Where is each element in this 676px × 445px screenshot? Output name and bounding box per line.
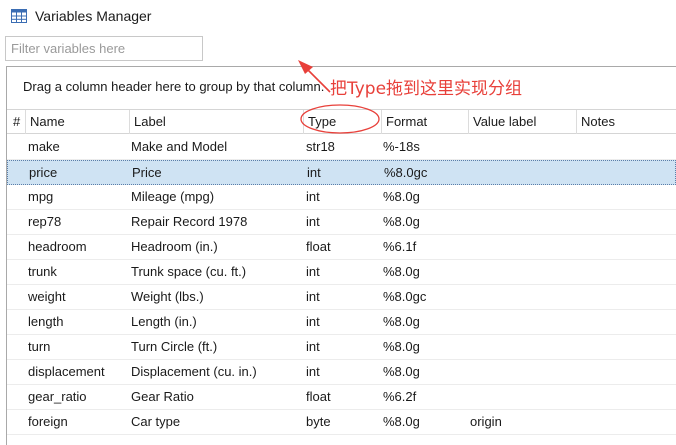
grid-table-icon — [11, 9, 27, 23]
window-title: Variables Manager — [35, 8, 152, 24]
cell-format: %8.0g — [383, 364, 420, 379]
cell-name: price — [29, 165, 58, 180]
title-bar: Variables Manager — [0, 0, 676, 33]
cell-value-label: origin — [470, 414, 502, 429]
variables-grid: Drag a column header here to group by th… — [6, 66, 676, 445]
column-header-value-label[interactable]: Value label — [468, 110, 576, 134]
cell-type: int — [306, 314, 320, 329]
column-header-notes[interactable]: Notes — [576, 110, 676, 134]
table-row[interactable]: headroom Headroom (in.) float %6.1f — [7, 235, 676, 260]
cell-name: mpg — [28, 189, 54, 204]
cell-name: turn — [28, 339, 51, 354]
column-header-name[interactable]: Name — [25, 110, 129, 134]
cell-name: rep78 — [28, 214, 62, 229]
cell-notes — [579, 185, 675, 209]
cell-notes — [579, 310, 675, 334]
cell-type: int — [306, 364, 320, 379]
cell-format: %6.1f — [383, 239, 417, 254]
column-header-row: # Name Label Type Format Value label Not… — [7, 109, 676, 134]
cell-label: Displacement (cu. in.) — [131, 364, 257, 379]
column-header-label[interactable]: Label — [129, 110, 303, 134]
cell-name: weight — [28, 289, 66, 304]
cell-label: Headroom (in.) — [131, 239, 218, 254]
cell-notes — [579, 410, 675, 434]
cell-format: %8.0gc — [383, 289, 427, 304]
cell-notes — [579, 260, 675, 284]
cell-type: float — [306, 389, 331, 404]
table-row[interactable]: turn Turn Circle (ft.) int %8.0g — [7, 335, 676, 360]
cell-name: displacement — [28, 364, 105, 379]
cell-notes — [579, 235, 675, 259]
cell-value-label — [470, 135, 574, 159]
cell-type: int — [306, 339, 320, 354]
cell-label: Make and Model — [131, 139, 228, 154]
table-row[interactable]: trunk Trunk space (cu. ft.) int %8.0g — [7, 260, 676, 285]
table-row[interactable]: weight Weight (lbs.) int %8.0gc — [7, 285, 676, 310]
cell-name: trunk — [28, 264, 57, 279]
table-row[interactable]: price Price int %8.0gc — [7, 160, 676, 185]
cell-format: %8.0g — [383, 414, 420, 429]
cell-type: int — [306, 189, 320, 204]
table-row[interactable]: displacement Displacement (cu. in.) int %8.… — [7, 360, 676, 385]
cell-label: Turn Circle (ft.) — [131, 339, 218, 354]
cell-value-label — [470, 310, 574, 334]
cell-notes — [580, 161, 676, 185]
cell-type: int — [307, 165, 321, 180]
cell-value-label — [470, 260, 574, 284]
column-header-type[interactable]: Type — [303, 110, 381, 134]
table-row[interactable]: foreign Car type byte %8.0g origin — [7, 410, 676, 435]
cell-label: Gear Ratio — [131, 389, 194, 404]
cell-format: %6.2f — [383, 389, 417, 404]
cell-format: %8.0g — [383, 264, 420, 279]
cell-value-label — [470, 360, 574, 384]
cell-format: %8.0g — [383, 314, 420, 329]
cell-format: %8.0g — [383, 339, 420, 354]
cell-notes — [579, 360, 675, 384]
cell-name: gear_ratio — [28, 389, 87, 404]
cell-label: Mileage (mpg) — [131, 189, 215, 204]
table-row[interactable]: rep78 Repair Record 1978 int %8.0g — [7, 210, 676, 235]
cell-label: Weight (lbs.) — [131, 289, 204, 304]
cell-format: %8.0g — [383, 189, 420, 204]
cell-value-label — [470, 335, 574, 359]
cell-format: %-18s — [383, 139, 420, 154]
cell-label: Length (in.) — [131, 314, 197, 329]
cell-value-label — [470, 285, 574, 309]
table-row[interactable]: make Make and Model str18 %-18s — [7, 135, 676, 160]
cell-value-label — [470, 385, 574, 409]
table-row[interactable]: length Length (in.) int %8.0g — [7, 310, 676, 335]
cell-name: foreign — [28, 414, 68, 429]
cell-notes — [579, 285, 675, 309]
cell-label: Price — [132, 165, 162, 180]
cell-value-label — [470, 185, 574, 209]
cell-type: float — [306, 239, 331, 254]
cell-notes — [579, 210, 675, 234]
cell-notes — [579, 385, 675, 409]
cell-type: int — [306, 264, 320, 279]
cell-label: Car type — [131, 414, 181, 429]
column-header-format[interactable]: Format — [381, 110, 468, 134]
cell-format: %8.0g — [383, 214, 420, 229]
cell-value-label — [471, 161, 575, 185]
cell-type: byte — [306, 414, 331, 429]
cell-value-label — [470, 210, 574, 234]
annotation-text: 把Type拖到这里实现分组 — [330, 79, 523, 99]
cell-type: int — [306, 214, 320, 229]
cell-notes — [579, 335, 675, 359]
table-row[interactable]: mpg Mileage (mpg) int %8.0g — [7, 185, 676, 210]
cell-name: make — [28, 139, 60, 154]
group-by-hint: Drag a column header here to group by th… — [23, 79, 325, 94]
cell-name: length — [28, 314, 64, 329]
cell-notes — [579, 135, 675, 159]
cell-format: %8.0gc — [384, 165, 428, 180]
table-row[interactable]: gear_ratio Gear Ratio float %6.2f — [7, 385, 676, 410]
cell-value-label — [470, 235, 574, 259]
cell-type: int — [306, 289, 320, 304]
cell-label: Trunk space (cu. ft.) — [131, 264, 247, 279]
cell-label: Repair Record 1978 — [131, 214, 248, 229]
cell-name: headroom — [28, 239, 87, 254]
filter-variables-input[interactable] — [5, 36, 203, 61]
cell-type: str18 — [306, 139, 335, 154]
